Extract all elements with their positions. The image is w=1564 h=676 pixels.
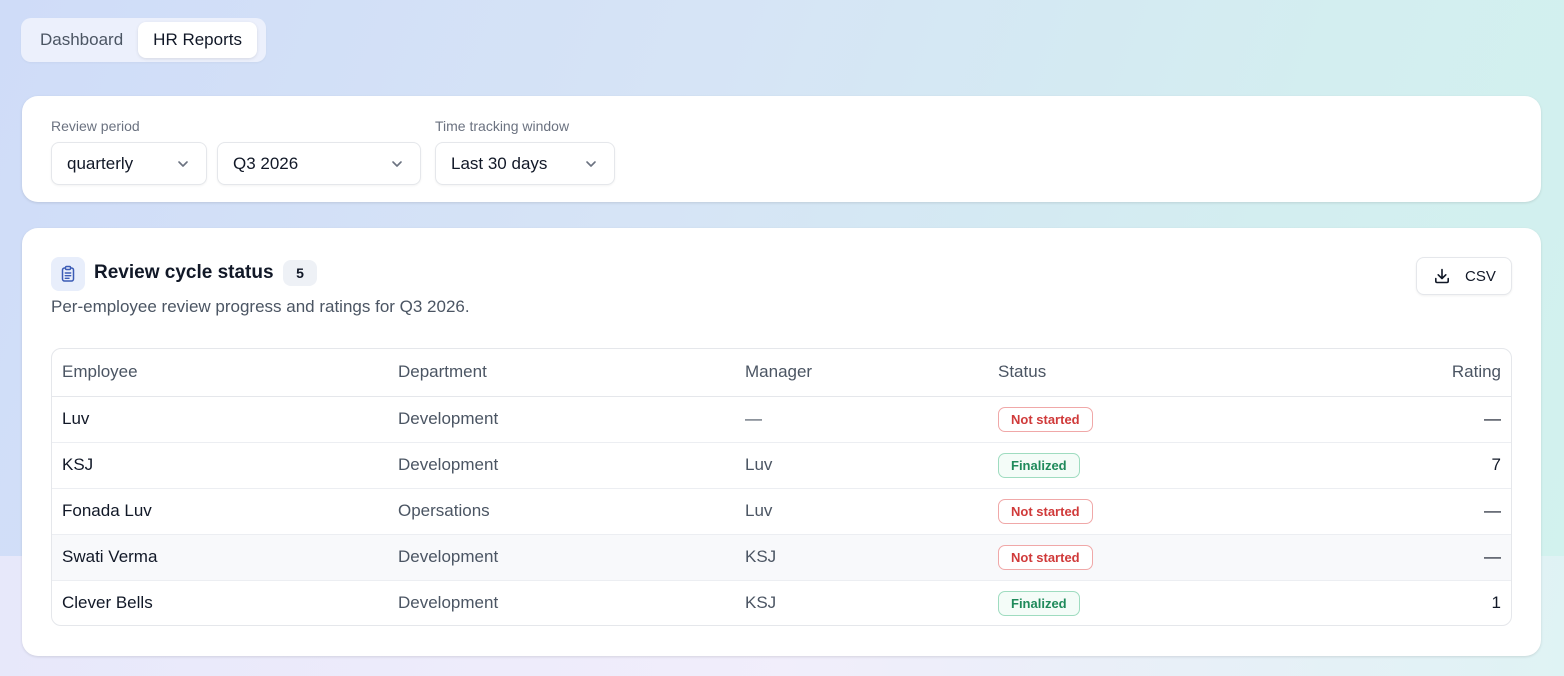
time-window-label: Time tracking window xyxy=(435,118,570,134)
employee-cell: Clever Bells xyxy=(62,593,153,613)
time-window-group: Time tracking window Last 30 days xyxy=(435,118,615,185)
col-department[interactable]: Department xyxy=(388,349,735,397)
status-cell: Not started xyxy=(988,534,1288,581)
clipboard-icon xyxy=(51,257,85,291)
status-cell: Not started xyxy=(988,396,1288,443)
rating-cell: — xyxy=(1288,534,1511,581)
filters-card: Review period quarterly Q3 2026 Time tra… xyxy=(22,96,1541,202)
count-badge: 5 xyxy=(283,260,317,286)
table-row[interactable]: Swati Verma Development KSJ Not started … xyxy=(52,534,1511,581)
section-subtitle: Per-employee review progress and ratings… xyxy=(51,297,470,316)
col-manager[interactable]: Manager xyxy=(735,349,988,397)
manager-cell: KSJ xyxy=(735,534,988,581)
table-row[interactable]: KSJ Development Luv Finalized 7 xyxy=(52,442,1511,489)
manager-cell: KSJ xyxy=(745,593,777,613)
time-window-select[interactable]: Last 30 days xyxy=(435,142,615,185)
status-badge: Finalized xyxy=(998,590,1080,616)
rating-cell: — xyxy=(1288,396,1511,443)
manager-cell: Luv xyxy=(735,442,988,489)
tab-hr-reports[interactable]: HR Reports xyxy=(138,22,257,58)
col-status[interactable]: Status xyxy=(988,349,1288,397)
employee-cell: Swati Verma xyxy=(52,534,388,581)
status-badge: Not started xyxy=(998,498,1093,524)
status-cell: Finalized xyxy=(988,442,1288,489)
col-employee[interactable]: Employee xyxy=(52,349,388,397)
chevron-down-icon xyxy=(392,160,402,167)
csv-label: CSV xyxy=(1465,267,1496,285)
period-value: Q3 2026 xyxy=(233,153,299,173)
section-title: Review cycle status xyxy=(94,262,274,283)
period-type-value: quarterly xyxy=(67,153,134,173)
rating-cell: 7 xyxy=(1288,442,1511,489)
col-rating[interactable]: Rating xyxy=(1288,349,1511,397)
period-value-select[interactable]: Q3 2026 xyxy=(217,142,421,185)
csv-export-button[interactable]: CSV xyxy=(1416,257,1512,295)
status-badge: Finalized xyxy=(998,452,1080,478)
status-cell: Not started xyxy=(988,488,1288,535)
department-cell: Development xyxy=(398,593,499,613)
table-header-row: Employee Department Manager Status Ratin… xyxy=(52,349,1511,397)
table-row[interactable]: Clever Bells Development KSJ Finalized 1 xyxy=(52,580,1511,625)
department-cell: Opersations xyxy=(388,488,735,535)
employee-cell: KSJ xyxy=(52,442,388,489)
chevron-down-icon xyxy=(586,160,596,167)
tab-dashboard[interactable]: Dashboard xyxy=(25,22,138,58)
manager-cell: Luv xyxy=(735,488,988,535)
period-type-select[interactable]: quarterly xyxy=(51,142,207,185)
review-cycle-card: Review cycle status 5 Per-employee revie… xyxy=(22,228,1541,656)
review-period-label: Review period xyxy=(51,118,140,134)
rating-cell: — xyxy=(1288,488,1511,535)
chevron-down-icon xyxy=(178,160,188,167)
table-row[interactable]: Luv Development — Not started — xyxy=(52,396,1511,443)
review-period-group: Review period quarterly Q3 2026 xyxy=(51,118,421,185)
review-table: Employee Department Manager Status Ratin… xyxy=(51,348,1512,626)
employee-cell: Luv xyxy=(52,396,388,443)
table-row[interactable]: Fonada Luv Opersations Luv Not started — xyxy=(52,488,1511,535)
manager-cell: — xyxy=(735,396,988,443)
department-cell: Development xyxy=(388,396,735,443)
rating-cell: 1 xyxy=(1491,593,1501,613)
time-window-value: Last 30 days xyxy=(451,153,548,173)
department-cell: Development xyxy=(388,534,735,581)
download-icon xyxy=(1435,268,1449,284)
status-badge: Not started xyxy=(998,406,1093,432)
status-badge: Not started xyxy=(998,544,1093,570)
department-cell: Development xyxy=(388,442,735,489)
status-cell: Finalized xyxy=(988,580,1288,625)
top-tabs: Dashboard HR Reports xyxy=(21,18,266,62)
employee-cell: Fonada Luv xyxy=(52,488,388,535)
